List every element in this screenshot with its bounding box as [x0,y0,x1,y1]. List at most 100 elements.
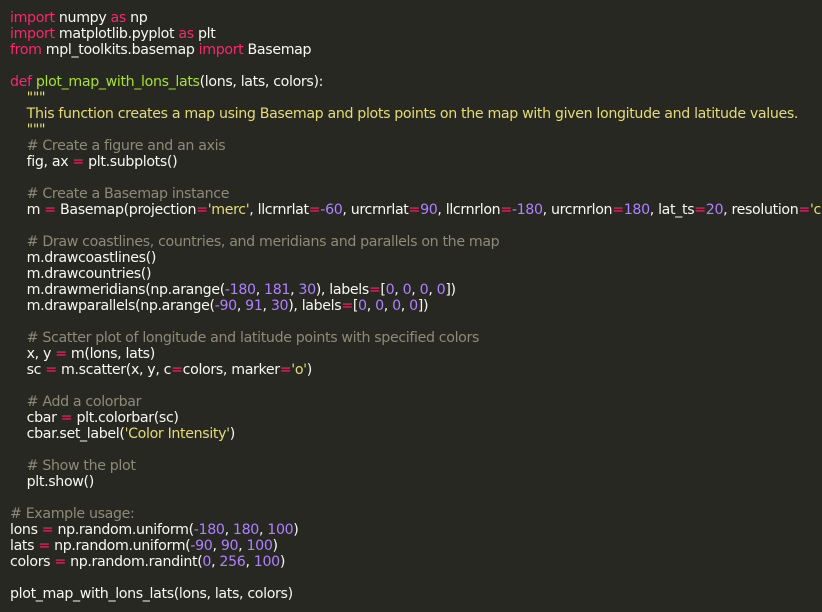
code-editor[interactable]: import numpy as np import matplotlib.pypl… [0,0,822,612]
code-token: m [10,202,45,218]
code-token: ) [293,522,299,538]
code-token: 'c' [809,202,822,218]
code-token: = [694,202,706,218]
code-token: = [798,202,810,218]
code-token: 90 [220,538,239,554]
code-token: = [341,298,353,314]
code-token: ), labels [315,282,369,298]
code-token: , lat_ts [649,202,695,218]
code-token: 0 [409,298,418,314]
code-token: 30 [270,298,289,314]
code-token: , [262,298,271,314]
code-line: """ [10,90,822,106]
code-token: def [10,74,32,90]
code-token: , [236,298,246,314]
code-token: plt.colorbar(sc) [72,410,179,426]
code-token: fig, ax [10,154,73,170]
code-line: # Add a colorbar [10,394,822,410]
code-token: plt [193,26,216,42]
code-token: = [54,554,66,570]
code-token: # Scatter plot of longitude and latitude… [10,330,480,346]
code-token: lats [10,538,39,554]
code-token: This function creates a map using Basema… [10,106,799,122]
code-token: colors [10,554,55,570]
code-token: = [41,522,54,538]
code-token: = [45,362,57,378]
code-token: 0 [385,282,395,298]
code-line: lons = np.random.uniform(-180, 180, 100) [10,522,822,538]
code-token: = [368,282,381,298]
code-token: # Draw coastlines, countries, and meridi… [10,234,500,250]
code-token: = [72,154,84,170]
code-token: # Example usage: [10,506,135,522]
code-token: , resolution [723,202,799,218]
code-line: sc = m.scatter(x, y, c=colors, marker='o… [10,362,822,378]
code-token: 0 [392,298,401,314]
code-token: np.random.randint( [65,554,203,570]
code-token: m.drawmeridians(np.arange( [10,282,226,298]
code-token: , [238,538,247,554]
code-token: m.drawcoastlines() [10,250,157,266]
code-token: , urcrnrlon [542,202,613,218]
code-token: x, y [10,346,56,362]
code-line: """ [10,122,822,138]
code-token: cbar [10,410,61,426]
code-token: -180 [511,202,543,218]
code-token: # Show the plot [10,458,136,474]
code-token: , [224,522,233,538]
code-line: # Create a Basemap instance [10,186,822,202]
code-line: lats = np.random.uniform(-90, 90, 100) [10,538,822,554]
code-token: ) [229,426,236,442]
code-line: m.drawcountries() [10,266,822,282]
code-token: , [400,298,410,314]
code-line: fig, ax = plt.subplots() [10,154,822,170]
code-line: m.drawparallels(np.arange(-90, 91, 30), … [10,298,822,314]
code-token: np [125,10,148,26]
code-token: colors, marker [182,362,280,378]
code-token: lons [10,522,42,538]
code-token: = [38,538,50,554]
code-token: 100 [267,522,294,538]
code-token: 100 [253,554,280,570]
code-token: import [10,26,55,42]
code-token: ]) [417,298,429,314]
code-token: -90 [190,538,213,554]
code-token: 'o' [291,362,307,378]
code-token: plt.show() [10,474,95,490]
code-token: ) [272,538,279,554]
code-line: m = Basemap(projection='merc', llcrnrlat… [10,202,822,218]
code-token: numpy [54,10,111,26]
code-token: 90 [420,202,438,218]
code-token: , [394,282,403,298]
code-token: 0 [419,282,429,298]
code-token: 0 [202,554,212,570]
code-token: 'Color Intensity' [124,426,231,442]
code-token: Basemap [243,42,312,58]
code-line: m.drawmeridians(np.arange(-180, 181, 30)… [10,282,822,298]
code-line: def plot_map_with_lons_lats(lons, lats, … [10,74,822,90]
code-line: import numpy as np [10,10,822,26]
code-token: # Add a colorbar [10,394,142,410]
code-token: np.random.uniform( [53,522,194,538]
code-token: 256 [219,554,246,570]
code-token: plt.subplots() [83,154,178,170]
code-token: matplotlib.pyplot [54,26,179,42]
code-token: = [60,410,73,426]
code-line: plt.show() [10,474,822,490]
code-token: , [428,282,437,298]
code-token: cbar.set_label( [10,426,125,442]
code-line: # Scatter plot of longitude and latitude… [10,330,822,346]
code-token: 180 [232,522,259,538]
code-token: ) [279,554,286,570]
code-line: # Draw coastlines, countries, and meridi… [10,234,822,250]
code-token: = [44,202,56,218]
code-line: # Create a figure and an axis [10,138,822,154]
code-token: = [279,362,292,378]
code-token: -180 [224,282,256,298]
